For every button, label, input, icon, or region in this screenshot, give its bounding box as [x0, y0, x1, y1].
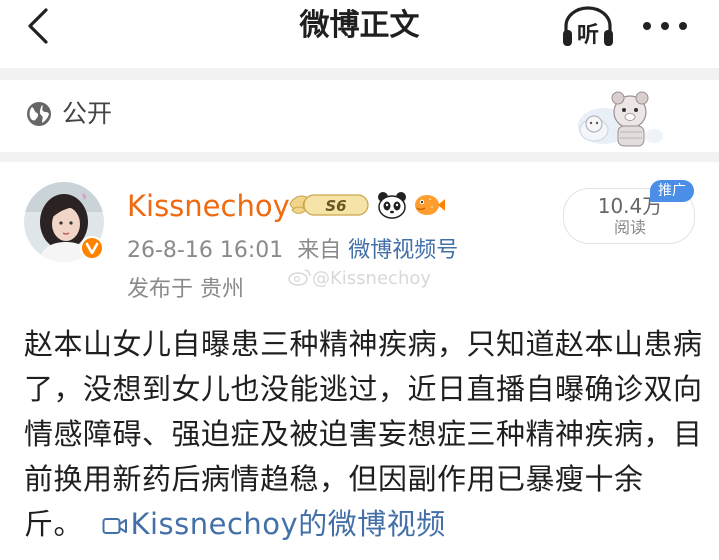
visibility-label: 公开	[62, 99, 113, 128]
pufferfish-badge[interactable]	[412, 190, 446, 220]
author-badges: S6	[288, 188, 446, 222]
visibility-row: 公开	[0, 80, 719, 152]
video-link-label: Kissnechoy的微博视频	[130, 507, 446, 541]
headphones-icon: 听	[563, 6, 613, 48]
weibo-watermark: @Kissnechoy	[288, 266, 431, 292]
listen-button[interactable]: 听	[560, 4, 616, 48]
chevron-left-icon	[28, 8, 48, 44]
video-camera-icon	[102, 518, 128, 534]
post-body: 赵本山女儿自曝患三种精神疾病，只知道赵本山患病了，没想到女儿也没能逃过，近日直播…	[24, 322, 704, 547]
back-button[interactable]	[20, 6, 60, 46]
watermark-text: @Kissnechoy	[312, 268, 432, 289]
top-nav-bar: 微博正文 听	[0, 0, 719, 56]
more-dots-icon	[661, 22, 669, 30]
author-name[interactable]: Kissnechoy	[127, 186, 290, 226]
more-dots-icon	[643, 22, 651, 30]
globe-icon	[27, 102, 51, 126]
post-source-link[interactable]: 微博视频号	[348, 238, 458, 263]
section-divider	[0, 152, 719, 162]
panda-badge[interactable]	[376, 190, 408, 220]
teddy-bear-decoration	[578, 91, 663, 147]
promo-badge: 推广	[650, 180, 694, 202]
weibo-logo-icon	[288, 269, 311, 286]
more-button[interactable]	[640, 8, 690, 44]
post-meta: 26-8-16 16:01 来自 微博视频号	[127, 236, 458, 266]
more-dots-icon	[679, 22, 687, 30]
level-badge[interactable]: S6	[288, 190, 372, 220]
level-badge-label: S6	[325, 197, 346, 215]
listen-label: 听	[577, 23, 599, 48]
post-timestamp: 26-8-16 16:01	[127, 238, 284, 263]
section-divider	[0, 68, 719, 80]
read-label: 阅读	[613, 218, 646, 237]
verified-v-badge	[80, 236, 104, 260]
post-location: 发布于 贵州	[127, 277, 244, 302]
source-prefix: 来自	[297, 238, 342, 263]
video-link[interactable]: Kissnechoy的微博视频	[102, 507, 445, 541]
